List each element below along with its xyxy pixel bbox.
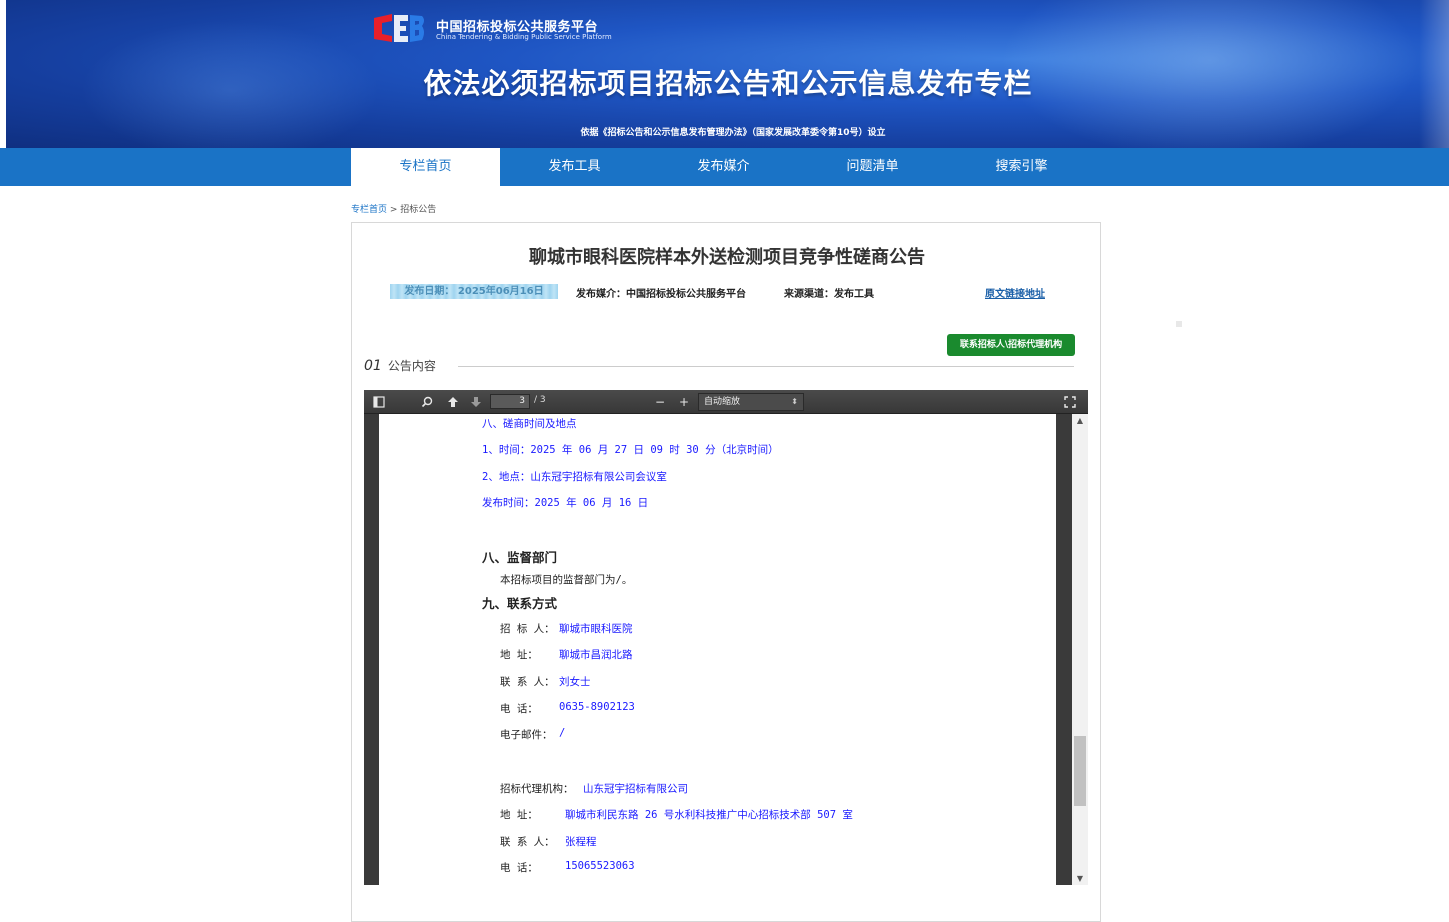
section-divider [458,366,1074,367]
zoom-select-value: 自动缩放 [704,397,741,407]
pdf-label: 电 话： [500,703,538,715]
decorative-dot [1176,321,1182,327]
pdf-line: 本招标项目的监督部门为/。 [500,574,633,586]
source-channel: 来源渠道：发布工具 [784,289,874,300]
page-number-input[interactable]: 3 [490,394,530,409]
pdf-label: 地 址： [500,649,538,661]
section-number: 01 [364,358,382,374]
platform-name-en: China Tendering & Bidding Public Service… [436,33,612,41]
dropdown-arrow-icon: ⬍ [791,397,798,406]
zoom-select[interactable]: 自动缩放 ⬍ [698,393,804,411]
breadcrumb: 专栏首页 > 招标公告 [351,202,436,215]
pdf-value: 聊城市利民东路 26 号水利科技推广中心招标技术部 507 室 [565,809,853,821]
breadcrumb-separator: > [387,205,401,215]
pdf-viewer: 3 / 3 − + 自动缩放 ⬍ 八、磋商时间及地点 1、时间：2025 年 0… [364,390,1088,885]
publish-media: 发布媒介：中国招标投标公共服务平台 [576,289,746,300]
pdf-page: 八、磋商时间及地点 1、时间：2025 年 06 月 27 日 09 时 30 … [379,414,1056,885]
pdf-label: 联 系 人： [500,836,555,848]
page-title: 依法必须招标项目招标公告和公示信息发布专栏 [423,67,1033,100]
pdf-heading: 九、联系方式 [482,596,558,611]
pdf-label: 招标代理机构： [500,783,574,795]
main-nav: 专栏首页 发布工具 发布媒介 问题清单 搜索引擎 [0,148,1449,186]
pdf-line: 1、时间：2025 年 06 月 27 日 09 时 30 分（北京时间） [482,444,779,456]
pdf-heading: 八、监督部门 [482,550,558,565]
previous-page-icon[interactable] [445,394,461,410]
zoom-out-icon[interactable]: − [652,394,668,410]
pdf-line: 八、磋商时间及地点 [482,418,577,430]
pdf-value: / [559,727,566,739]
fullscreen-icon[interactable] [1062,394,1078,410]
pdf-toolbar: 3 / 3 − + 自动缩放 ⬍ [364,390,1088,414]
pdf-value: 15065523063 [565,860,635,872]
pdf-value: 山东冠宇招标有限公司 [583,783,688,795]
pdf-label: 电子邮件： [500,729,553,741]
header-banner: 中国招标投标公共服务平台 China Tendering & Bidding P… [0,0,1449,148]
scroll-down-icon[interactable]: ▼ [1072,874,1088,883]
pdf-label: 联 系 人： [500,676,555,688]
pdf-value: 0635-8902123 [559,701,635,713]
nav-tab-home[interactable]: 专栏首页 [351,148,500,186]
section-title: 公告内容 [387,359,436,373]
original-link[interactable]: 原文链接地址 [985,285,1045,300]
pdf-label: 地 址： [500,809,538,821]
search-icon[interactable] [419,394,435,410]
notice-title: 聊城市眼科医院样本外送检测项目竞争性磋商公告 [529,247,925,268]
pdf-label: 电 话： [500,862,538,874]
pdf-scrollbar[interactable]: ▲ ▼ [1072,414,1088,885]
pdf-label: 招 标 人： [500,623,555,635]
scroll-up-icon[interactable]: ▲ [1072,416,1088,425]
breadcrumb-current: 招标公告 [400,205,437,215]
nav-tab-publish-tools[interactable]: 发布工具 [500,148,649,186]
pdf-line: 发布时间：2025 年 06 月 16 日 [482,497,649,509]
platform-logo-icon[interactable] [372,12,426,44]
scrollbar-thumb[interactable] [1074,736,1086,806]
pdf-line: 2、地点：山东冠宇招标有限公司会议室 [482,471,667,483]
pdf-value: 聊城市昌润北路 [559,649,633,661]
page-total: / 3 [534,395,546,405]
section-heading: 01 公告内容 [364,357,436,374]
nav-tab-publish-media[interactable]: 发布媒介 [649,148,798,186]
breadcrumb-home-link[interactable]: 专栏首页 [351,205,387,215]
page-subtitle: 依据《招标公告和公示信息发布管理办法》（国家发展改革委令第10号）设立 [580,128,886,138]
nav-tab-question-list[interactable]: 问题清单 [798,148,947,186]
pdf-value: 张程程 [565,836,597,848]
pdf-value: 刘女士 [559,676,591,688]
zoom-in-icon[interactable]: + [676,394,692,410]
pdf-value: 聊城市眼科医院 [559,623,633,635]
contact-tenderer-button[interactable]: 联系招标人\招标代理机构 [947,334,1075,356]
sidebar-toggle-icon[interactable] [371,394,387,410]
next-page-icon[interactable] [468,394,484,410]
publish-date: 发布日期： 2025年06月16日 [390,284,558,299]
nav-tab-search-engine[interactable]: 搜索引擎 [947,148,1096,186]
